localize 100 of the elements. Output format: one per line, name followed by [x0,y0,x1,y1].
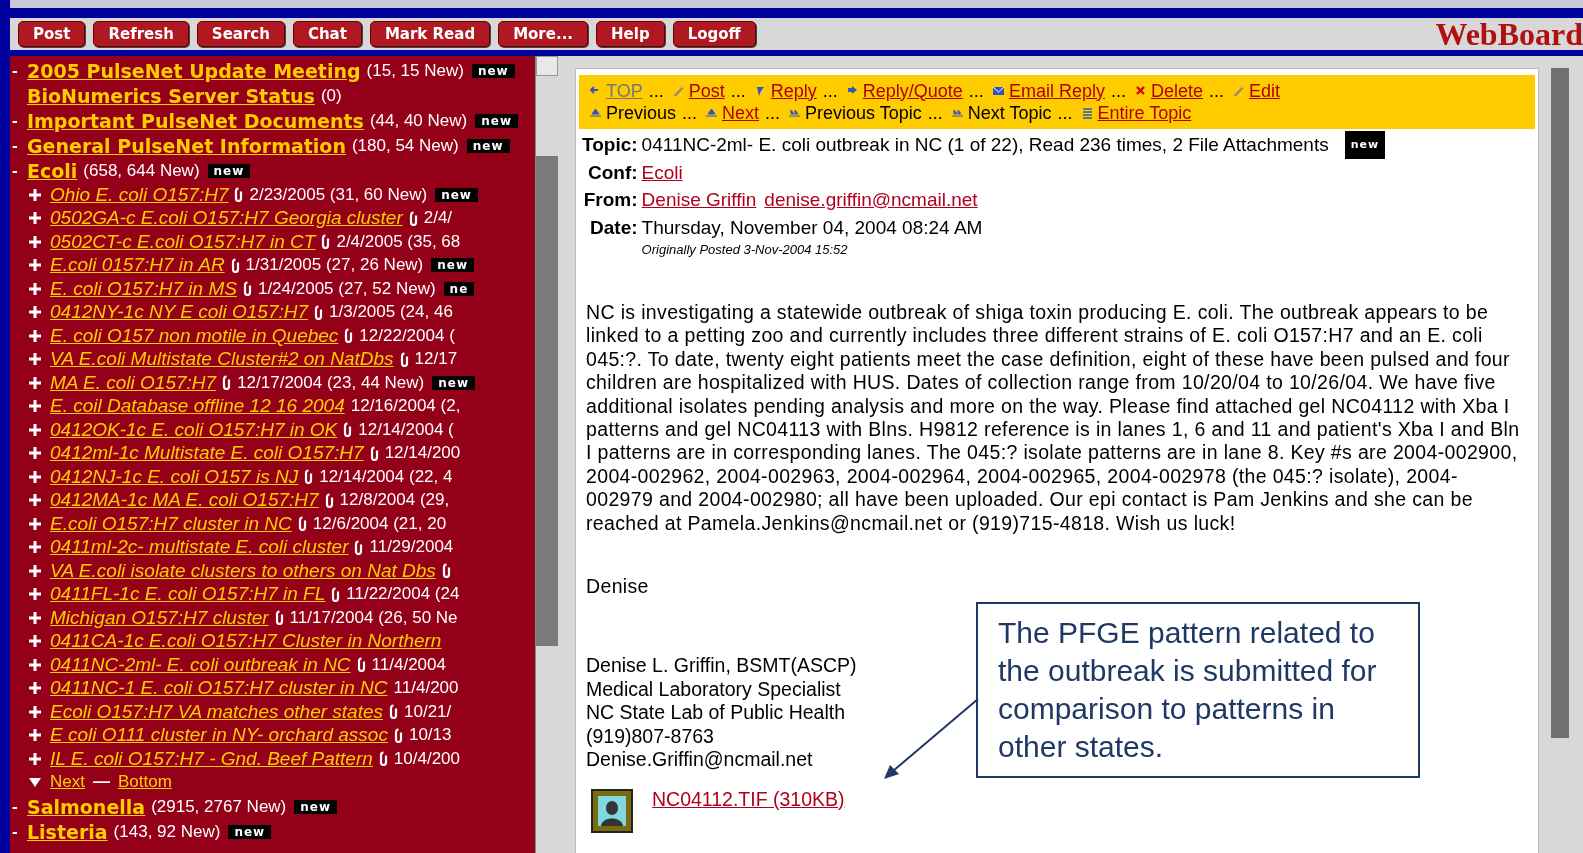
topic-link[interactable]: Michigan O157:H7 cluster [50,606,269,629]
field-link[interactable]: Ecoli [641,158,683,186]
conference-count: (143, 92 New) [113,821,221,842]
ellipsis: ... [822,80,838,102]
conference-link[interactable]: Ecoli [27,159,78,182]
expand-bullet[interactable]: - [10,135,27,156]
conference-link[interactable]: Salmonella [27,795,146,818]
topic-link[interactable]: 0411NC-1 E. coli O157:H7 cluster in NC [50,677,388,700]
nav-link[interactable]: Entire Topic [1097,102,1192,124]
topic-info: 12/22/2004 ( [359,325,455,346]
signature-line: Denise.Griffin@ncmail.net [586,748,813,772]
toolbar-button[interactable]: Refresh [93,21,189,47]
topic-link[interactable]: E coli O111 cluster in NY- orchard assoc [50,724,388,747]
topic-link[interactable]: 0412OK-1c E. coli O157:H7 in OK [50,418,338,441]
plus-icon [28,399,42,414]
expand-bullet[interactable]: - [10,110,27,131]
topic-link[interactable]: IL E. coli O157:H7 - Gnd. Beef Pattern [50,747,373,770]
topic-info: 11/22/2004 (24 [346,584,460,605]
original-post-date: Originally Posted 3-Nov-2004 15:52 [641,241,849,259]
expand-bullet[interactable]: - [10,60,27,81]
new-badge: new [207,163,251,178]
next-link[interactable]: Next [50,772,85,793]
plus-icon [28,610,42,625]
topic-link[interactable]: 0502CT-c E.coli O157:H7 in CT [50,230,316,253]
nav-link[interactable]: Reply/Quote [862,80,963,102]
nav-link[interactable]: Post [688,80,725,102]
nav-link[interactable]: Reply [770,80,817,102]
up-arrow-icon [705,106,719,120]
topic-link[interactable]: MA E. coli O157:H7 [50,371,217,394]
down-triangle-icon [28,776,42,789]
nav-link[interactable]: Next [722,102,760,124]
topic-link[interactable]: Ecoli O157:H7 VA matches other states [50,700,384,723]
toolbar-button[interactable]: Search [196,21,285,47]
topic-info: 12/14/2004 ( [358,419,454,440]
topic-info: 12/17/2004 (23, 44 New) [237,372,425,393]
bottom-link[interactable]: Bottom [117,772,172,793]
field-label: From: [582,188,638,212]
topic-link[interactable]: E.coli O157:H7 cluster in NC [50,512,292,535]
signature-line: Denise L. Griffin, BSMT(ASCP) [586,654,857,678]
plus-icon [28,634,42,649]
ellipsis: ... [730,80,746,102]
topic-info: 1/3/2005 (24, 46 [329,302,453,323]
new-badge: new [431,258,475,273]
signature-line: Medical Laboratory Specialist [586,677,841,702]
field-link[interactable]: Denise Griffin [641,186,757,214]
topic-link[interactable]: VA E.coli isolate clusters to others on Nat Dbs [50,559,436,582]
topic-info: 2/23/2005 (31, 60 New) [249,184,428,205]
expand-bullet[interactable]: - [10,796,27,817]
topic-link[interactable]: E.coli 0157:H7 in AR [50,254,225,277]
conference-link[interactable]: General PulseNet Information [27,134,346,157]
attachment-link[interactable]: NC04112.TIF (310KB) [652,787,845,811]
topic-link[interactable]: E. coli O157:H7 in MS [50,277,237,300]
topic-info: 12/8/2004 (29, [339,490,450,511]
plus-icon [28,446,42,461]
toolbar-button[interactable]: Help [596,21,665,47]
conference-count: (2915, 2767 New) [151,796,287,817]
topic-link[interactable]: 0412NJ-1c E. coli O157 is NJ [50,465,299,488]
toolbar-button[interactable]: More... [498,21,589,47]
toolbar-button[interactable]: Logoff [672,21,756,47]
conference-link[interactable]: BioNumerics Server Status [27,84,315,107]
topic-link[interactable]: 0412MA-1c MA E. coli O157:H7 [50,489,319,512]
topic-link[interactable]: 0411ml-2c- multistate E. coli cluster [50,536,349,559]
envelope-icon [991,84,1005,98]
nav-label: Previous [606,102,677,124]
topic-info: 10/4/200 [393,748,460,769]
topic-link[interactable]: 0502GA-c E.coli O157:H7 Georgia cluster [50,207,403,230]
scrollbar-thumb[interactable] [536,156,558,646]
ellipsis: ... [765,102,781,124]
topic-link[interactable]: E. coil Database offline 12 16 2004 [50,395,345,418]
expand-bullet[interactable]: - [10,821,27,842]
plus-icon [28,516,42,531]
ellipsis: ... [1057,102,1073,124]
topic-info: 11/17/2004 (26, 50 Ne [289,607,458,628]
new-badge: new [432,375,476,390]
topic-link[interactable]: 0411FL-1c E. coli O157:H7 in FL [50,583,326,606]
topic-link[interactable]: 0411CA-1c E.coli O157:H7 Cluster in Northern [50,630,442,653]
toolbar-button[interactable]: Chat [292,21,362,47]
topic-info: 12/14/200 [384,443,461,464]
scrollbar[interactable] [535,56,558,853]
field-link[interactable]: denise.griffin@ncmail.net [764,186,978,214]
topic-info: 2/4/2005 (35, 68 [336,231,461,252]
new-badge: new [294,799,338,814]
conference-link[interactable]: Listeria [27,820,108,843]
topic-link[interactable]: VA E.coli Multistate Cluster#2 on NatDbs [50,348,394,371]
topic-link[interactable]: Ohio E. coli O157:H7 [50,183,229,206]
nav-link[interactable]: Email Reply [1008,80,1105,102]
nav-link[interactable]: Delete [1150,80,1203,102]
toolbar-button[interactable]: Post [18,21,86,47]
nav-link[interactable]: Edit [1248,80,1280,102]
expand-bullet[interactable]: - [10,160,27,181]
topic-link[interactable]: E. coli O157 non motile in Quebec [50,324,339,347]
toolbar-button[interactable]: Mark Read [369,21,491,47]
topic-link[interactable]: 0411NC-2ml- E. coli outbreak in NC [50,653,351,676]
nav-label: Next Topic [967,102,1052,124]
topic-info: 12/16/2004 (2, [350,396,461,417]
field-value: 0411NC-2ml- E. coli outbreak in NC (1 of 22), Read 236 times, 2 File Attachments [641,133,1329,157]
conference-link[interactable]: 2005 PulseNet Update Meeting [27,59,361,82]
conference-link[interactable]: Important PulseNet Documents [27,109,364,132]
topic-link[interactable]: 0412NY-1c NY E coli O157:H7 [50,301,309,324]
topic-link[interactable]: 0412ml-1c Multistate E. coli O157:H7 [50,442,364,465]
